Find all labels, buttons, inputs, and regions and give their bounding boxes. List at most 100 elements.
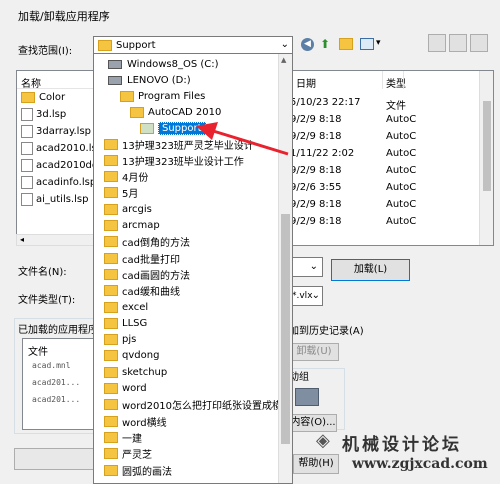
chevron-down-icon[interactable]: ⌄: [281, 39, 289, 50]
back-icon[interactable]: ◀: [301, 38, 314, 51]
loaded-apps-list[interactable]: 文件 acad.mnl acad201... acad201...: [22, 338, 98, 430]
folder-icon: [21, 92, 35, 103]
dropdown-item[interactable]: sketchup: [104, 364, 167, 380]
file-detail-row[interactable]: 9/2/9 8:18 AutoC: [290, 196, 493, 213]
file-type: AutoC: [386, 199, 417, 210]
briefcase-icon[interactable]: [295, 388, 319, 406]
file-row[interactable]: Color: [17, 89, 95, 106]
scroll-left-icon[interactable]: ◂: [20, 235, 24, 244]
dropdown-item[interactable]: LENOVO (D:): [108, 72, 191, 88]
file-detail-row[interactable]: 9/2/9 8:18 AutoC: [290, 213, 493, 230]
look-in-label: 查找范围(I):: [18, 46, 73, 57]
folder-icon: [104, 138, 118, 150]
file-type: 文件: [386, 101, 406, 112]
views-chevron-icon[interactable]: ▾: [376, 38, 381, 48]
file-row[interactable]: 3d.lsp: [17, 106, 95, 123]
find-file-icon[interactable]: [428, 34, 446, 52]
loaded-col-file[interactable]: 文件: [28, 343, 48, 358]
folder-icon: [104, 383, 118, 394]
dropdown-item[interactable]: 5月: [104, 185, 138, 201]
dropdown-item[interactable]: cad批量打印: [104, 250, 180, 266]
file-row[interactable]: acad2010do: [17, 157, 95, 174]
filetype-combo[interactable]: *.vlx ⌄: [289, 286, 323, 306]
dropdown-item[interactable]: LLSG: [104, 315, 147, 331]
dropdown-item[interactable]: pjs: [104, 332, 136, 348]
dropdown-item[interactable]: word2010怎么把打印纸张设置成横: [104, 397, 282, 413]
vertical-scrollbar[interactable]: [479, 71, 493, 245]
watermark-logo-icon: ◈: [316, 430, 330, 451]
dropdown-item[interactable]: arcgis: [104, 201, 152, 217]
file-type: AutoC: [386, 148, 417, 159]
file-row[interactable]: 3darray.lsp: [17, 123, 95, 140]
folder-icon: [130, 106, 144, 118]
column-divider: [403, 71, 404, 89]
file-row[interactable]: ai_utils.lsp: [17, 191, 95, 208]
dropdown-item[interactable]: arcmap: [104, 218, 160, 234]
file-type: AutoC: [386, 114, 417, 125]
loaded-app-item[interactable]: acad201...: [32, 378, 80, 395]
file-detail-row[interactable]: 1/11/22 2:02 AutoC: [290, 145, 493, 162]
scrollbar-thumb[interactable]: [483, 101, 491, 191]
dropdown-item-label: cad缓和曲线: [122, 287, 180, 299]
folder-icon: [104, 334, 118, 346]
dropdown-item[interactable]: 严灵芝: [104, 446, 152, 462]
file-date: 9/2/9 8:18: [290, 199, 342, 210]
scrollbar-thumb[interactable]: [281, 214, 290, 444]
folder-icon: [104, 431, 118, 443]
chevron-down-icon[interactable]: ⌄: [312, 290, 320, 301]
dropdown-item-label: word: [122, 383, 147, 394]
load-button[interactable]: 加载(L): [331, 259, 410, 281]
folder-icon: [104, 317, 118, 329]
dropdown-item[interactable]: 一建: [104, 429, 142, 445]
loaded-app-item[interactable]: acad201...: [32, 395, 80, 412]
file-list-details[interactable]: 日期 类型 5/10/23 22:17 文件 9/2/9 8:18 AutoC 9/2/…: [289, 70, 494, 246]
dropdown-item[interactable]: cad倒角的方法: [104, 234, 190, 250]
folder-icon: [104, 236, 118, 248]
file-row[interactable]: acadinfo.lsp: [17, 174, 95, 191]
tools-icon[interactable]: [449, 34, 467, 52]
dropdown-item[interactable]: Windows8_OS (C:): [108, 56, 219, 72]
up-folder-icon[interactable]: ⬆: [320, 37, 334, 51]
dropdown-item[interactable]: word: [104, 381, 147, 397]
scroll-up-icon[interactable]: ▲: [281, 56, 290, 65]
file-name: 3darray.lsp: [36, 126, 92, 137]
lisp-file-icon: [21, 176, 33, 189]
loaded-app-item[interactable]: acad.mnl: [32, 361, 80, 378]
folder-icon: [104, 203, 118, 215]
dropdown-item-label: cad倒角的方法: [122, 238, 190, 250]
file-row[interactable]: acad2010.ls: [17, 140, 95, 157]
file-list[interactable]: 名称 Color 3d.lsp 3darray.lsp acad2010.ls acad…: [16, 70, 96, 246]
window-title: 加载/卸载应用程序: [18, 10, 110, 23]
unload-button[interactable]: 卸载(U): [289, 343, 339, 361]
file-detail-row[interactable]: 9/2/9 8:18 AutoC: [290, 111, 493, 128]
dropdown-item[interactable]: cad画圆的方法: [104, 266, 190, 282]
file-detail-row[interactable]: 9/2/6 3:55 AutoC: [290, 179, 493, 196]
add-history-label[interactable]: 加到历史记录(A): [289, 322, 364, 337]
file-detail-row[interactable]: 5/10/23 22:17 文件: [290, 94, 493, 112]
column-header-name[interactable]: 名称: [17, 71, 95, 90]
dropdown-item[interactable]: excel: [104, 299, 148, 315]
dropdown-item-label: word2010怎么把打印纸张设置成横: [122, 401, 283, 413]
dropdown-item[interactable]: 圆弧的画法: [104, 462, 172, 478]
file-date: 9/2/9 8:18: [290, 216, 342, 227]
drive-icon: [108, 75, 122, 85]
file-detail-row[interactable]: 9/2/9 8:18 AutoC: [290, 128, 493, 145]
horizontal-scrollbar[interactable]: ◂: [16, 234, 96, 246]
new-folder-icon[interactable]: [339, 38, 353, 50]
file-detail-row[interactable]: 9/2/9 8:18 AutoC: [290, 162, 493, 179]
dropdown-item[interactable]: 4月份: [104, 169, 148, 185]
chevron-down-icon[interactable]: ⌄: [310, 261, 318, 272]
column-header-date[interactable]: 日期: [296, 75, 316, 90]
dropdown-item[interactable]: word横线: [104, 413, 167, 429]
dropdown-item[interactable]: cad缓和曲线: [104, 283, 180, 299]
dropdown-item[interactable]: Program Files: [120, 88, 205, 104]
lisp-file-icon: [21, 125, 33, 138]
views-icon[interactable]: [360, 38, 374, 50]
web-icon[interactable]: [470, 34, 488, 52]
dropdown-item[interactable]: qvdong: [104, 348, 159, 364]
filename-input[interactable]: ⌄: [289, 257, 323, 277]
dropdown-item-label: 一建: [122, 433, 142, 445]
folder-icon: [120, 90, 134, 102]
file-date: 9/2/6 3:55: [290, 182, 342, 193]
dropdown-item-label: sketchup: [122, 366, 168, 378]
